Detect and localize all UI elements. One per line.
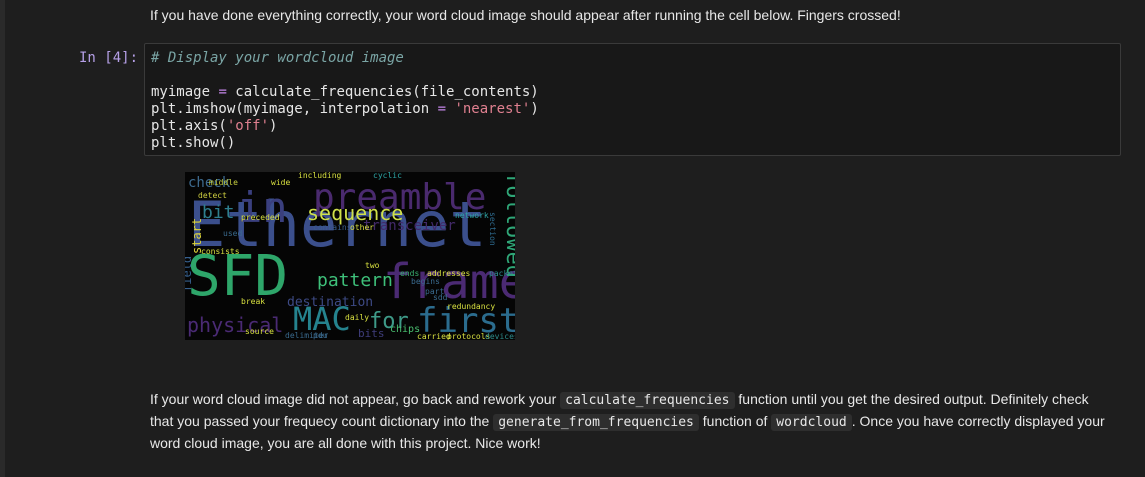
wordcloud-word: preceded xyxy=(241,213,280,222)
wordcloud-word: detect xyxy=(198,191,227,200)
code-line-5: plt.axis('off') xyxy=(151,118,1120,135)
wordcloud-word: consists xyxy=(201,247,240,256)
code-line-1: # Display your wordcloud image xyxy=(151,50,1120,67)
inline-code: generate_from_frequencies xyxy=(493,414,699,431)
wordcloud-word: two xyxy=(365,261,380,270)
markdown-cell-followup: If your word cloud image did not appear,… xyxy=(150,389,1110,454)
wordcloud-image: EthernetpreambleSFD framefollowedsequence… xyxy=(180,171,528,341)
wordcloud-word: used xyxy=(223,229,242,238)
wordcloud-word: chips xyxy=(390,324,420,335)
wordcloud-output: Ethernet preamble SFD frame followed sequence… xyxy=(180,171,528,341)
wordcloud-word: source xyxy=(245,327,274,336)
wordcloud-word: pattern xyxy=(317,270,393,291)
wordcloud-word: bits xyxy=(358,327,385,340)
notebook-left-border xyxy=(0,0,5,477)
wordcloud-word: carried xyxy=(417,332,451,340)
wordcloud-word: contains xyxy=(313,223,352,232)
wordcloud-word: in xyxy=(237,183,288,232)
wordcloud-word: begins xyxy=(411,277,440,286)
wordcloud-word: daily xyxy=(345,313,369,322)
code-line-6: plt.show() xyxy=(151,135,1120,152)
wordcloud-word: followed xyxy=(501,172,515,278)
wordcloud-word: middle xyxy=(209,178,238,187)
code-comment: # Display your wordcloud image xyxy=(151,50,404,66)
wordcloud-word: network xyxy=(455,211,489,220)
markdown-text: function of xyxy=(698,413,772,429)
wordcloud-word: transceiver xyxy=(363,218,456,234)
inline-code: wordcloud xyxy=(771,414,852,431)
wordcloud-word: including xyxy=(298,172,342,180)
wordcloud-word: redundancy xyxy=(447,302,495,311)
wordcloud-word: wide xyxy=(271,178,290,187)
code-token: plt.show() xyxy=(151,135,236,151)
code-token: plt.axis( xyxy=(151,118,227,134)
wordcloud-word: other xyxy=(350,223,374,232)
code-operator: = xyxy=(218,84,227,100)
wordcloud-word: field xyxy=(185,256,194,292)
wordcloud-word: delimiter xyxy=(285,331,329,340)
code-token: ) xyxy=(530,101,539,117)
wordcloud-word: packet xyxy=(489,269,515,278)
markdown-cell-instructions: If you have done everything correctly, y… xyxy=(150,5,901,26)
wordcloud-word: cyclic xyxy=(373,172,402,180)
wordcloud-word: part xyxy=(425,287,444,296)
code-token: ) xyxy=(269,118,278,134)
markdown-text: If your word cloud image did not appear,… xyxy=(150,391,561,407)
code-string: 'nearest' xyxy=(454,101,531,117)
code-cell-editor[interactable]: # Display your wordcloud image myimage = … xyxy=(144,43,1121,156)
wordcloud-word: devices xyxy=(485,332,515,340)
wordcloud-word: destination xyxy=(287,295,373,310)
code-line-4: plt.imshow(myimage, interpolation = 'nea… xyxy=(151,101,1120,118)
code-line-3: myimage = calculate_frequencies(file_con… xyxy=(151,84,1120,101)
wordcloud-word: protocols xyxy=(447,332,491,340)
code-token: myimage xyxy=(151,84,219,100)
wordcloud-word: bit xyxy=(202,202,235,223)
wordcloud-word: section xyxy=(488,212,497,246)
code-token: plt.imshow(myimage, interpolation xyxy=(151,101,438,117)
cell-prompt: In [4]: xyxy=(79,50,139,66)
code-string: 'off' xyxy=(226,118,270,134)
code-token: calculate_frequencies(file_contents) xyxy=(226,84,539,100)
wordcloud-word: break xyxy=(241,297,265,306)
code-operator: = xyxy=(437,101,447,117)
inline-code: calculate_frequencies xyxy=(560,392,735,409)
markdown-text: If you have done everything correctly, y… xyxy=(150,7,901,23)
